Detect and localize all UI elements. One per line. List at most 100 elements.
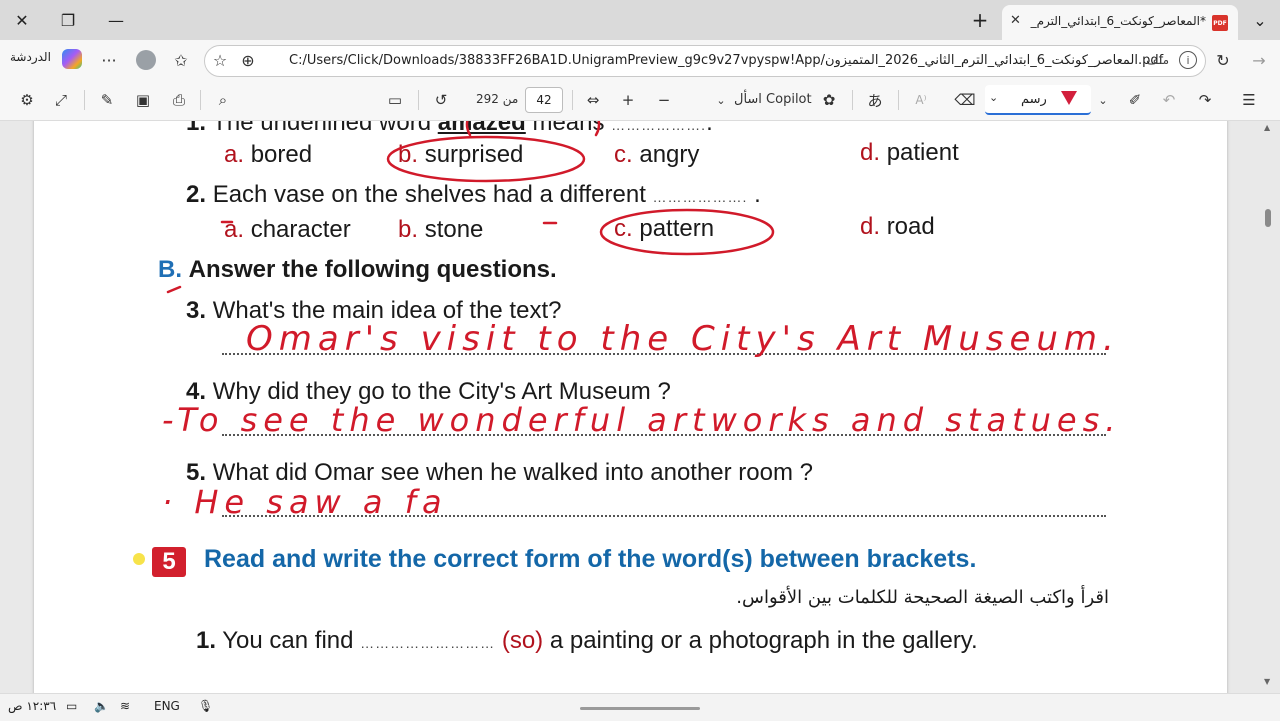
highlighter-icon[interactable]: ✐ xyxy=(1124,90,1146,110)
wifi-icon[interactable]: ≋ xyxy=(120,699,130,713)
pen-color-icon xyxy=(1061,91,1077,105)
option-text: angry xyxy=(639,141,700,168)
exercise-title: Read and write the correct form of the w… xyxy=(204,545,977,573)
answer-blank: ………………. xyxy=(652,189,748,205)
toolbar-divider xyxy=(418,90,419,110)
favorites-icon[interactable]: ✩ xyxy=(170,49,192,71)
toolbar-divider xyxy=(572,90,573,110)
taskbar-handle[interactable] xyxy=(580,707,700,710)
question-number: 5. xyxy=(186,459,207,486)
underlined-word: amazed xyxy=(437,121,526,136)
question-text: a painting or a photograph in the galler… xyxy=(549,627,978,654)
eraser-icon[interactable]: ⌫ xyxy=(954,90,976,110)
scroll-up-icon[interactable]: ▲ xyxy=(1264,123,1270,132)
fit-width-icon[interactable]: ⇔ xyxy=(582,90,604,110)
draw-tool-button[interactable]: ⌄ رسم xyxy=(985,85,1091,115)
option-text: surprised xyxy=(424,141,524,168)
question-text: What did Omar see when he walked into an… xyxy=(212,459,814,486)
profile-avatar[interactable] xyxy=(136,50,156,70)
bullet-dot-icon xyxy=(133,553,145,565)
draw-label: رسم xyxy=(1021,92,1047,107)
draw-options-chevron-icon[interactable]: ⌄ xyxy=(989,91,998,104)
pdf-file-icon: PDF xyxy=(1212,15,1228,31)
scrollbar-thumb[interactable] xyxy=(1265,209,1271,227)
edit-save-icon[interactable]: ✎ xyxy=(96,90,118,110)
tab-actions-chevron-icon[interactable]: ⌄ xyxy=(1246,6,1274,34)
q1-option-d: d. patient xyxy=(860,139,959,167)
tab-title: *المعاصر_كونكت_6_ابتدائي_الترم_التا xyxy=(1030,14,1206,28)
microphone-icon[interactable]: 🎙 xyxy=(198,699,213,713)
vertical-scrollbar[interactable]: ▲ ▼ xyxy=(1262,121,1274,693)
page-view-icon[interactable]: ▭ xyxy=(384,90,406,110)
settings-gear-icon[interactable]: ⚙ xyxy=(16,90,38,110)
ask-copilot-button[interactable]: اسأل Copilot xyxy=(734,92,812,107)
forward-icon[interactable]: → xyxy=(1248,49,1270,71)
punctuation: . xyxy=(754,181,761,208)
question-2: 2. Each vase on the shelves had a differ… xyxy=(186,181,761,209)
exercise-arabic-instruction: اقرأ واكتب الصيغة الصحيحة للكلمات بين ال… xyxy=(736,587,1109,608)
punctuation: . xyxy=(706,121,713,136)
copilot-swirl-icon[interactable]: ✿ xyxy=(818,90,840,110)
menu-list-icon[interactable]: ☰ xyxy=(1238,90,1260,110)
option-letter: a. xyxy=(224,141,245,168)
handwritten-answer-3: Omar's visit to the City's Art Museum. xyxy=(246,319,1120,359)
copilot-icon[interactable] xyxy=(62,49,82,69)
battery-icon[interactable]: ▭ xyxy=(66,699,77,713)
exercise-5-question-1: 1. You can find ……………………… (so) a paintin… xyxy=(196,627,978,655)
rotate-icon[interactable]: ↺ xyxy=(430,90,452,110)
option-letter: b. xyxy=(398,141,419,168)
url-field[interactable]: ☆ ⊕ C:/Users/Click/Downloads/38833FF26BA… xyxy=(204,45,1206,77)
undo-icon[interactable]: ↶ xyxy=(1158,90,1180,110)
print-icon[interactable]: ⎙ xyxy=(168,90,190,110)
translate-icon[interactable]: あ xyxy=(864,90,886,110)
question-number: 1. xyxy=(186,121,207,136)
browser-tab-strip: ✕ ❐ — + ✕ *المعاصر_كونكت_6_ابتدائي_الترم… xyxy=(0,0,1280,40)
zoom-in-icon[interactable]: + xyxy=(617,90,639,110)
restore-window-icon[interactable]: ❐ xyxy=(54,6,82,34)
option-text: stone xyxy=(424,216,484,243)
find-search-icon[interactable]: ⌕ xyxy=(212,90,234,110)
chat-label[interactable]: الدردشة xyxy=(10,50,51,64)
clock[interactable]: ١٢:٣٦ ص xyxy=(8,699,56,713)
option-letter: c. xyxy=(614,215,633,242)
site-info-icon[interactable]: i xyxy=(1179,51,1197,69)
tick-mark-section-b xyxy=(166,285,182,294)
option-letter: d. xyxy=(860,139,881,166)
question-number: 1. xyxy=(196,627,217,654)
redo-icon[interactable]: ↷ xyxy=(1194,90,1216,110)
url-text: C:/Users/Click/Downloads/38833FF26BA1D.U… xyxy=(289,53,1164,68)
question-text: You can find xyxy=(222,627,354,654)
answer-blank: ……………………… xyxy=(360,635,496,651)
add-favorite-star-icon[interactable]: ☆ xyxy=(209,49,231,71)
zoom-search-icon[interactable]: ⊕ xyxy=(237,49,259,71)
question-text: means xyxy=(532,121,605,136)
question-number: 3. xyxy=(186,297,207,324)
toolbar-divider xyxy=(84,90,85,110)
input-language[interactable]: ENG xyxy=(154,699,180,713)
volume-icon[interactable]: 🔈 xyxy=(94,699,109,713)
scroll-down-icon[interactable]: ▼ xyxy=(1264,677,1270,686)
zoom-out-icon[interactable]: − xyxy=(653,90,675,110)
minimize-window-icon[interactable]: — xyxy=(102,6,130,34)
copilot-dropdown-chevron-icon[interactable]: ⌄ xyxy=(710,90,732,110)
read-aloud-icon[interactable]: A⁾ xyxy=(910,90,932,110)
reload-icon[interactable]: ↻ xyxy=(1212,49,1234,71)
option-letter: a. xyxy=(224,216,245,243)
section-b-heading: B. Answer the following questions. xyxy=(158,256,557,284)
close-tab-icon[interactable]: ✕ xyxy=(1010,13,1021,28)
close-window-icon[interactable]: ✕ xyxy=(8,6,36,34)
handwritten-answer-5: · He saw a fa xyxy=(162,483,448,521)
system-taskbar: ١٢:٣٦ ص ▭ 🔈 ≋ ENG 🎙 xyxy=(0,693,1280,721)
option-letter: b. xyxy=(398,216,419,243)
pdf-viewer[interactable]: 1. The underlined word amazed means …………… xyxy=(0,121,1280,693)
page-number-input[interactable]: 42 xyxy=(525,87,563,113)
new-tab-icon[interactable]: + xyxy=(966,6,994,34)
highlight-options-chevron-icon[interactable]: ⌄ xyxy=(1092,90,1114,110)
question-number: 2. xyxy=(186,181,207,208)
fullscreen-expand-icon[interactable]: ⤢ xyxy=(50,90,72,110)
toolbar-divider xyxy=(852,90,853,110)
save-icon[interactable]: ▣ xyxy=(132,90,154,110)
q2-option-a: a. character xyxy=(224,216,351,244)
active-tab[interactable]: ✕ *المعاصر_كونكت_6_ابتدائي_الترم_التا PD… xyxy=(1002,5,1238,40)
more-options-icon[interactable]: ··· xyxy=(98,49,120,71)
